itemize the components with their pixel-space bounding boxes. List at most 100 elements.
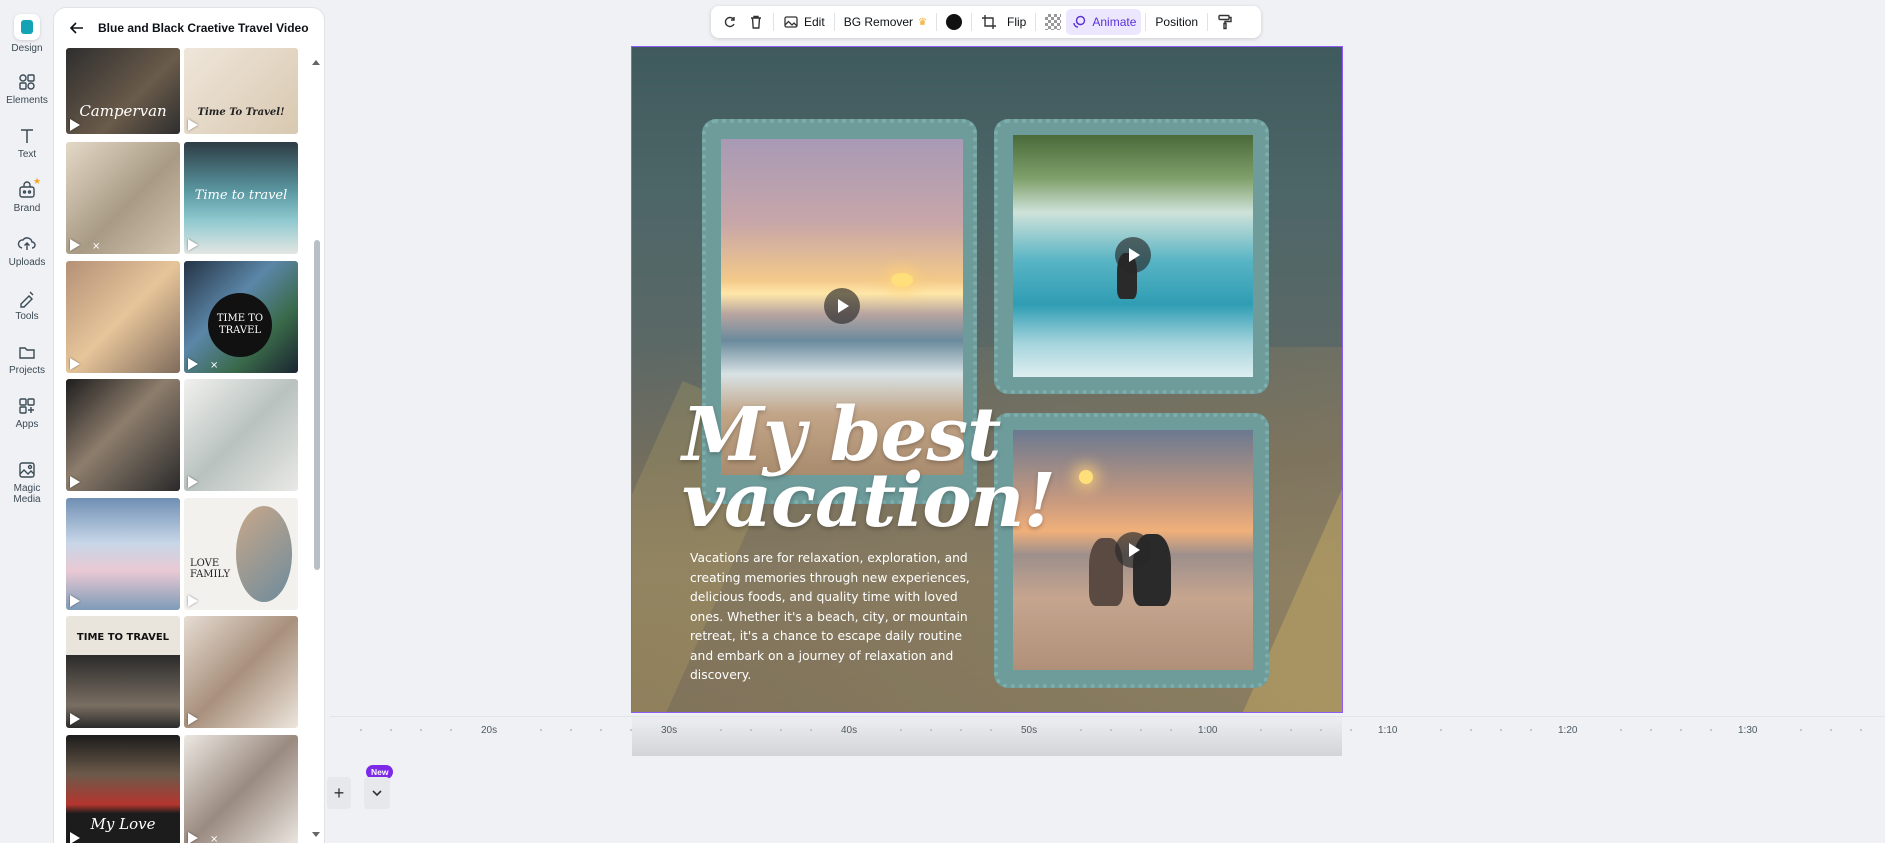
- bg-remover-button[interactable]: BG Remover ♛: [839, 9, 932, 35]
- play-icon: [188, 476, 198, 488]
- headline-text[interactable]: My best vacation!: [682, 398, 1056, 538]
- template-thumb[interactable]: [66, 498, 180, 610]
- tick-dot: [1650, 729, 1652, 731]
- template-thumb[interactable]: My Love: [66, 735, 180, 843]
- position-button[interactable]: Position: [1150, 9, 1203, 35]
- copy-style-button[interactable]: [1212, 9, 1238, 35]
- divider: [1207, 13, 1209, 31]
- template-grid: Campervan Time To Travel! ⨯ Time to trav…: [54, 48, 310, 843]
- add-page-button[interactable]: +: [327, 777, 351, 809]
- play-icon: [188, 832, 198, 843]
- magic-media-icon: [17, 460, 37, 480]
- template-thumb-bg: [184, 379, 298, 491]
- crop-button[interactable]: [976, 9, 1002, 35]
- template-thumb[interactable]: Campervan: [66, 48, 180, 134]
- play-icon: [70, 358, 80, 370]
- rail-item-design[interactable]: Design: [0, 14, 54, 54]
- delete-button[interactable]: [743, 9, 769, 35]
- play-button[interactable]: [1115, 237, 1151, 273]
- body-text[interactable]: Vacations are for relaxation, exploratio…: [690, 549, 980, 686]
- divider: [833, 13, 835, 31]
- play-icon: [188, 119, 198, 131]
- panel-scrollbar[interactable]: [312, 60, 320, 840]
- design-canvas[interactable]: My best vacation! Vacations are for rela…: [631, 46, 1343, 713]
- template-thumb-bg: [66, 142, 180, 254]
- tick-dot: [600, 729, 602, 731]
- template-thumb-title: TIME TO TRAVEL: [216, 313, 264, 336]
- flip-button[interactable]: Flip: [1002, 9, 1031, 35]
- play-icon: [70, 239, 80, 251]
- elements-icon: [17, 72, 37, 92]
- tick-dot: [1140, 729, 1142, 731]
- transparency-button[interactable]: [1040, 9, 1066, 35]
- template-thumb[interactable]: TIME TO TRAVEL: [66, 616, 180, 728]
- template-thumb-title: Campervan: [79, 102, 167, 120]
- edit-button[interactable]: Edit: [778, 9, 830, 35]
- rail-item-apps[interactable]: Apps: [0, 396, 54, 430]
- templates-panel: Blue and Black Craetive Travel Video Cam…: [54, 8, 324, 843]
- rail-item-text[interactable]: Text: [0, 126, 54, 160]
- tick-dot: [450, 729, 452, 731]
- tick-dot: [1680, 729, 1682, 731]
- transparency-icon: [1045, 14, 1062, 30]
- crown-icon: ♛: [918, 16, 928, 28]
- rail-item-elements[interactable]: Elements: [0, 72, 54, 106]
- template-thumb[interactable]: [66, 261, 180, 373]
- template-thumb[interactable]: ⨯: [66, 142, 180, 254]
- rail-item-projects[interactable]: Projects: [0, 342, 54, 376]
- template-thumb[interactable]: Time to travel: [184, 142, 298, 254]
- play-icon: [1129, 543, 1140, 557]
- tick-label: 1:10: [1378, 725, 1398, 736]
- rail-item-label: Uploads: [8, 257, 46, 268]
- replace-button[interactable]: [717, 9, 743, 35]
- play-button[interactable]: [824, 288, 860, 324]
- template-thumb[interactable]: LOVE FAMILY: [184, 498, 298, 610]
- template-thumb[interactable]: [66, 379, 180, 491]
- expand-timeline-button[interactable]: [364, 777, 390, 809]
- tick-dot: [1170, 729, 1172, 731]
- tick-dot: [1350, 729, 1352, 731]
- scroll-up-icon[interactable]: [312, 60, 320, 65]
- rail-item-brand[interactable]: ★ Brand: [0, 176, 54, 214]
- template-thumb[interactable]: [184, 616, 298, 728]
- play-icon: [70, 119, 80, 131]
- tick-dot: [750, 729, 752, 731]
- template-thumb[interactable]: Time To Travel!: [184, 48, 298, 134]
- template-thumb[interactable]: ⨯: [184, 735, 298, 843]
- timeline-ruler[interactable]: 20s 30s 40s 50s 1:00 1:10 1:20 1:30: [330, 712, 1885, 748]
- left-rail: Design Elements Text ★ Brand Uploads Too…: [0, 0, 54, 843]
- template-thumb-photo: [236, 506, 292, 602]
- rail-item-uploads[interactable]: Uploads: [0, 234, 54, 268]
- tick-dot: [960, 729, 962, 731]
- scroll-down-icon[interactable]: [312, 832, 320, 837]
- animate-button[interactable]: Animate: [1066, 9, 1142, 35]
- template-thumb[interactable]: [184, 379, 298, 491]
- tick-dot: [1320, 729, 1322, 731]
- divider: [1145, 13, 1147, 31]
- tick-dot: [1710, 729, 1712, 731]
- rail-item-tools[interactable]: Tools: [0, 288, 54, 322]
- divider: [971, 13, 973, 31]
- position-label: Position: [1155, 15, 1199, 29]
- rail-item-label: Magic Media: [13, 483, 41, 505]
- tick-dot: [390, 729, 392, 731]
- scroll-thumb[interactable]: [314, 240, 320, 570]
- template-thumb[interactable]: TIME TO TRAVEL ⨯: [184, 261, 298, 373]
- edit-image-icon: [784, 16, 798, 28]
- tick-dot: [570, 729, 572, 731]
- mute-icon: ⨯: [92, 241, 101, 252]
- paint-roller-icon: [1218, 14, 1232, 30]
- tick-dot: [720, 729, 722, 731]
- template-thumb-bg: [66, 261, 180, 373]
- rail-item-magic-media[interactable]: Magic Media: [0, 460, 54, 505]
- edit-label: Edit: [804, 15, 825, 29]
- tick-label: 50s: [1021, 725, 1038, 736]
- animate-icon: [1073, 15, 1086, 28]
- back-arrow-icon[interactable]: [68, 19, 86, 37]
- play-icon: [70, 832, 80, 843]
- color-button[interactable]: [941, 9, 967, 35]
- rail-item-label: Elements: [6, 95, 48, 106]
- play-button[interactable]: [1115, 532, 1151, 568]
- swing-photo[interactable]: [1013, 135, 1253, 377]
- projects-icon: [17, 342, 37, 362]
